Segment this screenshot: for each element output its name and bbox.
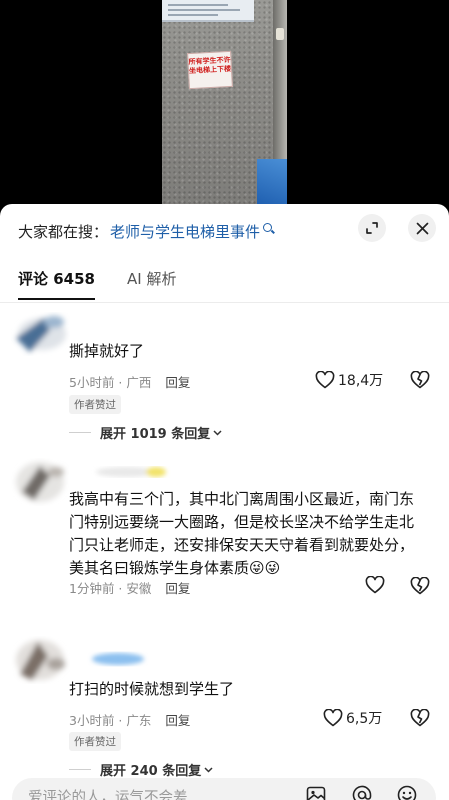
like-count: 6,5万 [346,711,383,727]
avatar[interactable] [10,308,70,364]
close-icon [416,222,428,234]
image-icon[interactable] [305,784,327,800]
avatar-decoration [92,653,144,665]
expand-replies-button[interactable]: 展开 240 条回复 [69,760,213,779]
emoji-icon[interactable] [396,784,418,800]
expand-line [69,769,91,770]
comment-input-placeholder: 爱评论的人，运气不会差 [28,790,188,800]
tabs-divider [0,302,449,303]
comment-item: 我高中有三个门，其中北门离周围小区最近，南门东门特别远要绕一大圈路，但是校长坚决… [0,448,449,628]
like-button[interactable]: 6,5万 [323,708,382,728]
chevron-down-icon [204,766,213,773]
comment-item: 打扫的时候就想到学生了 3小时前 · 广东 回复 6,5万 作者赞过 展开 24… [0,626,449,779]
expand-replies-label: 展开 240 条回复 [100,764,202,779]
comment-text: 打扫的时候就想到学生了 [69,680,235,698]
broken-heart-icon[interactable] [410,371,430,389]
tab-ai-analysis[interactable]: AI 解析 [127,268,176,300]
comment-item: 撕掉就好了 5小时前 · 广西 回复 18,4万 作者赞过 展开 1019 条回… [0,304,449,444]
expand-button[interactable] [358,214,386,242]
tab-comments[interactable]: 评论 6458 [18,268,95,300]
reply-button[interactable]: 回复 [165,372,190,391]
avatar[interactable] [10,630,70,686]
comment-text: 撕掉就好了 [69,342,145,360]
at-icon[interactable] [351,784,373,800]
avatar-decoration [96,467,166,477]
comment-time-location: 5小时前 · 广西 [69,375,152,390]
warning-sign: 所有学生不许坐电梯上下楼 [187,50,233,90]
avatar[interactable] [10,452,70,508]
comment-meta: 1分钟前 · 安徽 回复 [69,578,190,597]
video-frame: 所有学生不许坐电梯上下楼 [162,0,287,205]
close-button[interactable] [408,214,436,242]
reply-button[interactable]: 回复 [165,710,190,729]
search-prefix: 大家都在搜： [18,222,109,241]
chevron-down-icon [213,429,222,436]
author-liked-badge: 作者赞过 [69,395,121,414]
notice-paper [162,0,254,22]
like-button[interactable] [365,576,388,594]
heart-icon [315,371,335,389]
comment-meta: 5小时前 · 广西 回复 [69,372,190,391]
comment-time-location: 3小时前 · 广东 [69,713,152,728]
comment-meta: 3小时前 · 广东 回复 [69,710,190,729]
expand-replies-label: 展开 1019 条回复 [100,427,211,442]
expand-replies-button[interactable]: 展开 1019 条回复 [69,423,222,442]
search-icon [263,222,273,232]
broken-heart-icon[interactable] [410,709,430,727]
search-term-link[interactable]: 老师与学生电梯里事件 [110,221,260,242]
video-blue-object [257,159,287,205]
broken-heart-icon[interactable] [410,577,430,595]
comment-text: 我高中有三个门，其中北门离周围小区最近，南门东门特别远要绕一大圈路，但是校长坚决… [69,490,415,577]
comment-input[interactable]: 爱评论的人，运气不会差 [12,778,436,800]
like-button[interactable]: 18,4万 [315,370,383,390]
like-count: 18,4万 [338,373,384,389]
heart-icon [365,576,385,594]
expand-icon [366,222,378,234]
video-player[interactable]: 所有学生不许坐电梯上下楼 [0,0,449,205]
author-liked-badge: 作者赞过 [69,732,121,751]
comment-time-location: 1分钟前 · 安徽 [69,581,152,596]
heart-icon [323,709,343,727]
tab-bar: 评论 6458 AI 解析 [18,268,176,300]
expand-line [69,432,91,433]
reply-button[interactable]: 回复 [165,578,190,597]
search-suggestion[interactable]: 大家都在搜： 老师与学生电梯里事件 [18,218,273,244]
comment-sheet: 大家都在搜： 老师与学生电梯里事件 评论 6458 AI 解析 撕掉就好了 5小… [0,204,449,800]
